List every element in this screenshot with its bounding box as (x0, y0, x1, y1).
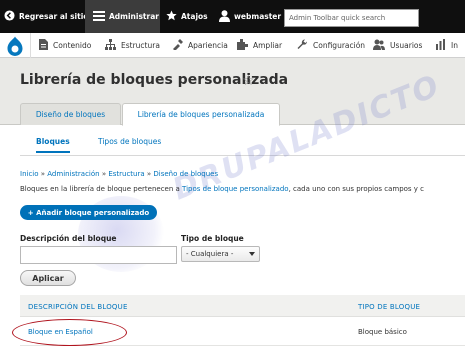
tab-custom-block-library[interactable]: Librería de bloques personalizada (122, 103, 280, 126)
breadcrumb: Inicio » Administración » Estructura » D… (20, 170, 218, 178)
shortcut-star-icon[interactable]: ☆ (242, 73, 255, 89)
shortcuts-button[interactable]: Atajos (166, 0, 208, 33)
tray-item-reports[interactable]: In (436, 33, 458, 58)
tray-item-extend[interactable]: Ampliar (237, 33, 282, 58)
description-filter-label: Descripción del bloque (20, 234, 117, 243)
hamburger-icon (93, 10, 109, 23)
appearance-icon (172, 39, 188, 52)
tray-divider (30, 33, 31, 58)
tab-block-types[interactable]: Tipos de bloques (98, 137, 161, 153)
user-icon (219, 9, 234, 24)
breadcrumb-home[interactable]: Inicio (20, 170, 39, 178)
column-header-type[interactable]: TIPO DE BLOQUE (358, 303, 420, 311)
page-description: Bloques en la librería de bloque pertene… (20, 185, 425, 193)
structure-icon (105, 39, 121, 52)
admin-toolbar: Regresar al sitio Administrar Atajos web… (0, 0, 465, 33)
extend-icon (237, 39, 253, 52)
wrench-icon (297, 39, 313, 52)
tab-block-layout[interactable]: Diseño de bloques (20, 103, 121, 125)
tray-item-people[interactable]: Usuarios (373, 33, 422, 58)
description-filter-input[interactable] (20, 246, 177, 264)
content-icon (39, 39, 53, 52)
block-types-link[interactable]: Tipos de bloque personalizado (182, 185, 289, 193)
tray-item-appearance[interactable]: Apariencia (172, 33, 228, 58)
back-arrow-icon (4, 10, 19, 23)
breadcrumb-separator: » (38, 170, 48, 178)
dropdown-arrow-icon (249, 252, 255, 256)
breadcrumb-structure[interactable]: Estructura (108, 170, 144, 178)
manage-menu-button[interactable]: Administrar (85, 0, 160, 33)
breadcrumb-block-layout[interactable]: Diseño de bloques (153, 170, 218, 178)
tab-blocks[interactable]: Bloques (36, 137, 70, 153)
toolbar-search-input[interactable]: Admin Toolbar quick search (284, 9, 419, 27)
tray-item-structure[interactable]: Estructura (105, 33, 160, 58)
apply-button[interactable]: Aplicar (20, 270, 76, 286)
admin-tray: Contenido Estructura Apariencia Ampliar … (0, 33, 465, 58)
tray-item-configuration[interactable]: Configuración (297, 33, 365, 58)
table-header: DESCRIPCIÓN DEL BLOQUE TIPO DE BLOQUE (20, 295, 465, 317)
back-to-site-link[interactable]: Regresar al sitio (4, 0, 88, 33)
user-menu-button[interactable]: webmaster (219, 0, 281, 33)
type-filter-label: Tipo de bloque (181, 234, 244, 243)
star-icon (166, 10, 181, 23)
annotation-oval (12, 319, 127, 346)
drupal-logo-icon[interactable] (6, 36, 24, 56)
breadcrumb-admin[interactable]: Administración (47, 170, 99, 178)
column-header-description[interactable]: DESCRIPCIÓN DEL BLOQUE (28, 303, 128, 311)
reports-icon (436, 39, 451, 52)
type-filter-select[interactable]: - Cualquiera - (181, 246, 260, 262)
people-icon (373, 39, 390, 52)
block-type-cell: Bloque básico (358, 328, 407, 336)
tray-item-content[interactable]: Contenido (39, 33, 91, 58)
add-custom-block-button[interactable]: + Añadir bloque personalizado (20, 205, 157, 220)
